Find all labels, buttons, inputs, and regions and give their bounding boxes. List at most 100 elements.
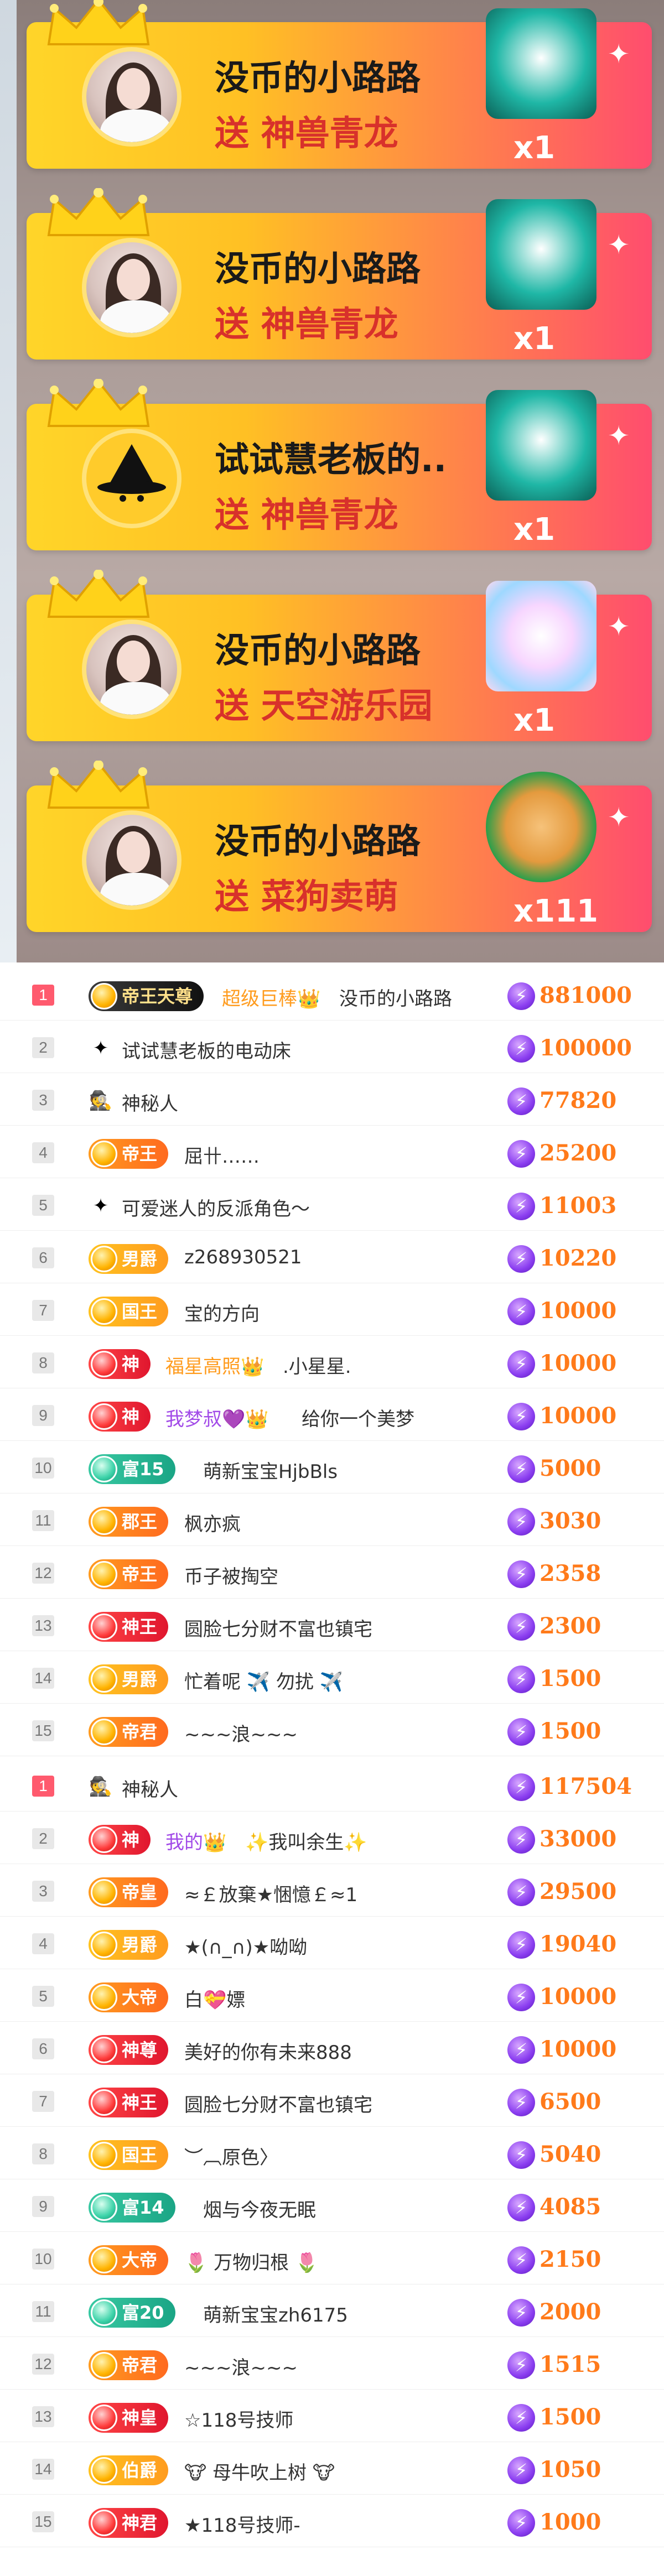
rank-row[interactable]: 15 帝君 ~~~浪~~~ ⚡ 1500 (0, 1704, 664, 1756)
user-name[interactable]: z268930521 (184, 1246, 302, 1268)
score-value: 5000 (540, 1455, 601, 1481)
user-name[interactable]: 宝的方向 (184, 1299, 260, 1326)
user-name[interactable]: 试试慧老板的电动床 (122, 1036, 291, 1063)
user-name[interactable]: ★(∩_∩)★呦呦 (184, 1932, 307, 1959)
rank-row[interactable]: 9 神 我梦叔💜👑 给你一个美梦 ⚡ 10000 (0, 1388, 664, 1441)
rank-row[interactable]: 3 帝皇 ≈￡放棄★悃憶￡≈1 ⚡ 29500 (0, 1864, 664, 1917)
rank-row[interactable]: 4 帝王 屈卄…… ⚡ 25200 (0, 1126, 664, 1178)
gift-banner[interactable]: 没币的小路路送 神兽青龙 x1 ✦ (27, 0, 652, 169)
user-name[interactable]: ︶︹原色〉 (184, 2142, 278, 2169)
user-name[interactable]: 给你一个美梦 (302, 1404, 414, 1431)
rank-row[interactable]: 5 大帝 白💝嫖 ⚡ 10000 (0, 1969, 664, 2022)
user-name[interactable]: 🐮 母牛吹上树 🐮 (184, 2458, 335, 2485)
dragon-icon (486, 390, 596, 501)
user-name[interactable]: ~~~浪~~~ (184, 2353, 298, 2380)
rank-row[interactable]: 13 神皇 ☆118号技师 ⚡ 1500 (0, 2390, 664, 2442)
medal-icon (91, 1298, 117, 1325)
rank-number: 2 (32, 1828, 54, 1849)
user-name[interactable]: ~~~浪~~~ (184, 1719, 298, 1746)
user-name[interactable]: .小星星. (283, 1351, 351, 1378)
user-name[interactable]: 白💝嫖 (184, 1985, 245, 2012)
crown-icon (47, 570, 150, 618)
badge-label: 帝君 (122, 2355, 158, 2376)
avatar[interactable] (82, 238, 181, 337)
medal-icon (91, 2405, 117, 2431)
user-name[interactable]: 萌新宝宝zh6175 (203, 2300, 348, 2327)
rank-row[interactable]: 1 帝王天尊 超级巨棒👑 没币的小路路 ⚡ 881000 (0, 968, 664, 1021)
score-value: 19040 (540, 1931, 617, 1957)
rank-row[interactable]: 5 ✦ 可爱迷人的反派角色～ ⚡ 11003 (0, 1178, 664, 1231)
gift-count: x1 (513, 130, 556, 166)
crown-icon (47, 188, 150, 236)
rank-row[interactable]: 4 男爵 ★(∩_∩)★呦呦 ⚡ 19040 (0, 1917, 664, 1969)
gift-banner[interactable]: 试试慧老板的.. 送 神兽青龙 x1 ✦ (27, 379, 652, 550)
rank-row[interactable]: 3 🕵 神秘人 ⚡ 77820 (0, 1073, 664, 1126)
rank-row[interactable]: 10 大帝 🌷 万物归根 🌷 ⚡ 2150 (0, 2232, 664, 2284)
rank-row[interactable]: 13 神王 圆脸七分财不富也镇宅 ⚡ 2300 (0, 1599, 664, 1651)
rank-row[interactable]: 12 帝君 ~~~浪~~~ ⚡ 1515 (0, 2337, 664, 2390)
body-shape (100, 300, 172, 333)
user-name[interactable]: ☆118号技师 (184, 2405, 293, 2432)
rank-number: 1 (32, 1776, 54, 1797)
dog-icon (486, 772, 596, 882)
user-name[interactable]: 神秘人 (122, 1774, 178, 1802)
user-name[interactable]: 屈卄…… (184, 1141, 260, 1168)
user-name[interactable]: 神秘人 (122, 1089, 178, 1116)
gift-banner[interactable]: 没币的小路路送 天空游乐园 x1 ✦ (27, 570, 652, 741)
lightning-icon: ⚡ (507, 1560, 535, 1588)
rank-number: 15 (32, 2511, 54, 2532)
rank-row[interactable]: 1 🕵 神秘人 ⚡ 117504 (0, 1759, 664, 1812)
user-name[interactable]: 美好的你有未来888 (184, 2037, 352, 2064)
rank-row[interactable]: 15 神君 ★118号技师- ⚡ 1000 (0, 2495, 664, 2547)
gift-banner[interactable]: 没币的小路路送 菜狗卖萌 x111 ✦ (27, 761, 652, 932)
user-name[interactable]: ✨我叫余生✨ (245, 1827, 367, 1854)
user-name[interactable]: 圆脸七分财不富也镇宅 (184, 2090, 372, 2117)
user-name[interactable]: 枫亦疯 (184, 1509, 241, 1536)
rank-row[interactable]: 14 伯爵 🐮 母牛吹上树 🐮 ⚡ 1050 (0, 2442, 664, 2495)
score-value: 117504 (540, 1773, 632, 1799)
rank-row[interactable]: 10 富15 萌新宝宝HjbBls ⚡ 5000 (0, 1441, 664, 1493)
user-name[interactable]: 忙着呢 ✈️ 勿扰 ✈️ (184, 1667, 343, 1694)
badge-label: 富20 (122, 2302, 164, 2323)
rank-row[interactable]: 2 ✦ 试试慧老板的电动床 ⚡ 100000 (0, 1021, 664, 1073)
sender-name: 试试慧老板的.. (215, 439, 447, 480)
user-name[interactable]: 没币的小路路 (339, 983, 452, 1011)
user-name[interactable]: 烟与今夜无眠 (203, 2195, 316, 2222)
rank-number: 2 (32, 1037, 54, 1058)
avatar[interactable] (82, 810, 181, 910)
user-name[interactable]: 圆脸七分财不富也镇宅 (184, 1614, 372, 1641)
rank-row[interactable]: 6 男爵 z268930521 ⚡ 10220 (0, 1231, 664, 1283)
user-name[interactable]: 萌新宝宝HjbBls (203, 1456, 338, 1484)
user-name[interactable]: 币子被掏空 (184, 1562, 278, 1589)
medal-icon (91, 1508, 117, 1535)
rank-row[interactable]: 9 富14 烟与今夜无眠 ⚡ 4085 (0, 2179, 664, 2232)
rank-row[interactable]: 11 郡王 枫亦疯 ⚡ 3030 (0, 1493, 664, 1546)
lightning-icon: ⚡ (507, 1455, 535, 1483)
user-name[interactable]: ★118号技师- (184, 2510, 300, 2537)
page-root: 没币的小路路送 神兽青龙 x1 ✦ 没币的小路路送 神兽青龙 x1 ✦ 试试慧老板的.. 送 … (0, 0, 664, 2576)
gift-text: 送 神兽青龙 (215, 495, 398, 535)
rank-row[interactable]: 7 国王 宝的方向 ⚡ 10000 (0, 1283, 664, 1336)
rank-row[interactable]: 2 神 我的👑 ✨我叫余生✨ ⚡ 33000 (0, 1812, 664, 1864)
user-name[interactable]: ≈￡放棄★悃憶￡≈1 (184, 1880, 357, 1907)
badge-label: 帝皇 (122, 1882, 158, 1903)
rank-row[interactable]: 8 国王 ︶︹原色〉 ⚡ 5040 (0, 2127, 664, 2179)
rank-row[interactable]: 8 神 福星高照👑 .小星星. ⚡ 10000 (0, 1336, 664, 1388)
user-name[interactable]: 可爱迷人的反派角色～ (122, 1194, 310, 1221)
level-badge: 神 (89, 1349, 151, 1379)
avatar[interactable] (82, 429, 181, 528)
sender-name: 没币的小路路 (215, 58, 421, 98)
sparkle-icon: ✦ (608, 39, 630, 70)
rank-row[interactable]: 12 帝王 币子被掏空 ⚡ 2358 (0, 1546, 664, 1599)
avatar[interactable] (82, 47, 181, 147)
rank-row[interactable]: 7 神王 圆脸七分财不富也镇宅 ⚡ 6500 (0, 2074, 664, 2127)
user-name[interactable]: 🌷 万物归根 🌷 (184, 2247, 318, 2275)
rank-row[interactable]: 11 富20 萌新宝宝zh6175 ⚡ 2000 (0, 2284, 664, 2337)
avatar[interactable] (82, 620, 181, 719)
gift-banner[interactable]: 没币的小路路送 神兽青龙 x1 ✦ (27, 188, 652, 360)
rank-number: 13 (32, 2406, 54, 2427)
medal-icon (91, 1403, 117, 1430)
rank-row[interactable]: 14 男爵 忙着呢 ✈️ 勿扰 ✈️ ⚡ 1500 (0, 1651, 664, 1704)
level-badge: 大帝 (89, 2245, 169, 2275)
rank-row[interactable]: 6 神尊 美好的你有未来888 ⚡ 10000 (0, 2022, 664, 2074)
